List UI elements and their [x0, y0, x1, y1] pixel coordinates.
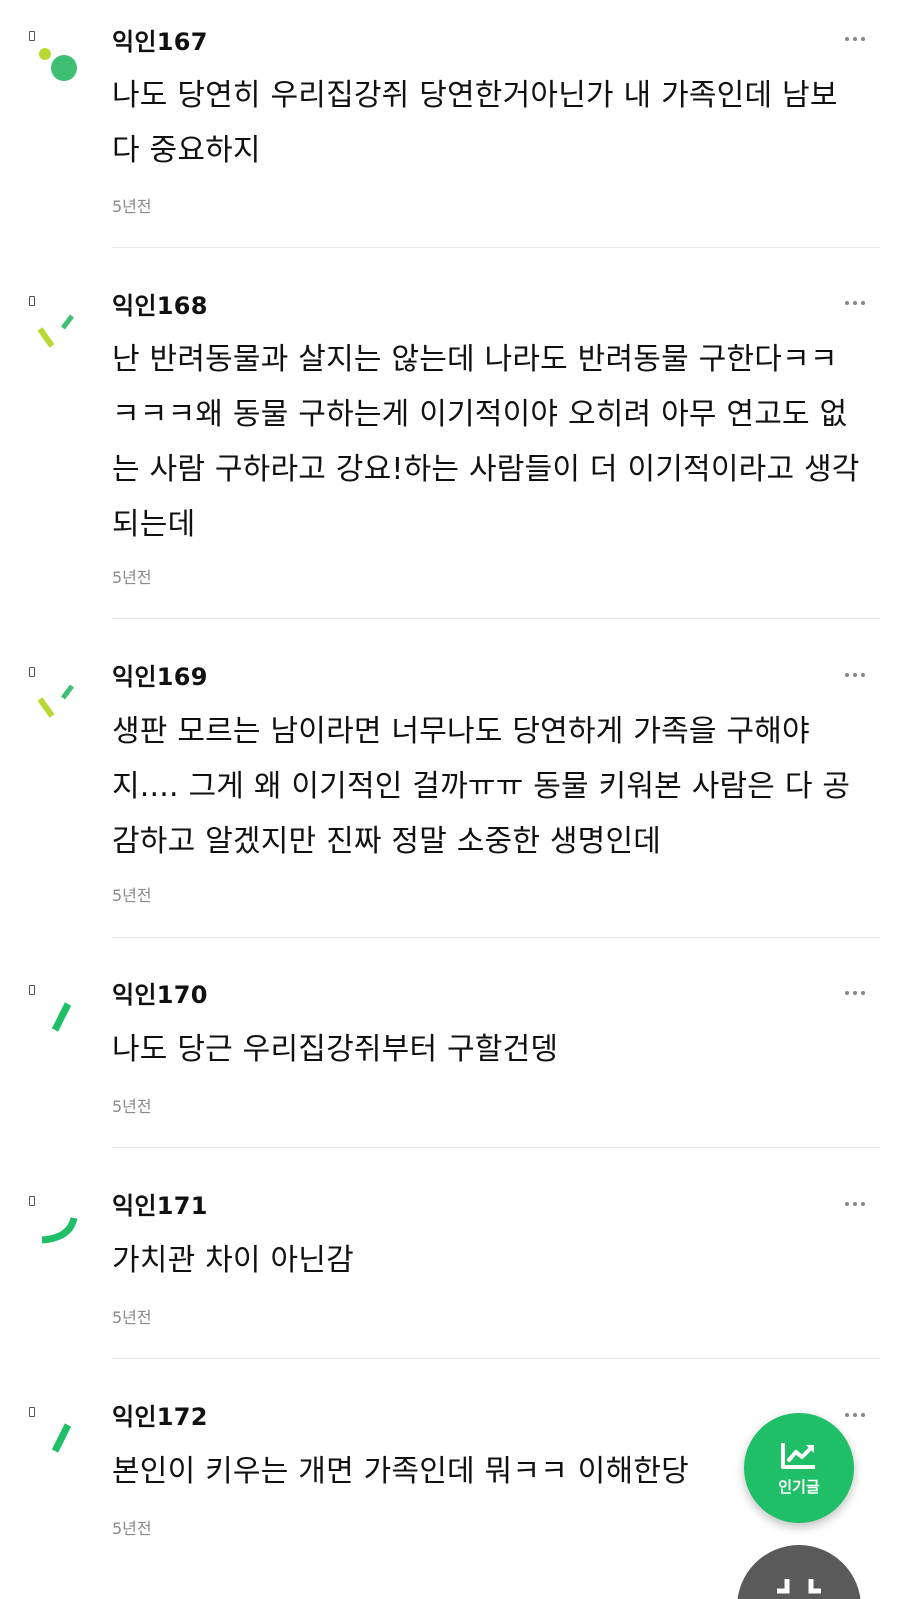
comment-text: 가치관 차이 아닌감 [112, 1233, 882, 1288]
comment-line: 가치관 차이 아닌감 [112, 1243, 354, 1278]
popular-posts-button[interactable]: 인기글 [744, 1413, 854, 1523]
comment-line: 는 사람 구하라고 강요!하는 사람들이 더 이기적이라고 생각 [112, 452, 860, 487]
bookmark-icon[interactable] [29, 1407, 35, 1417]
divider [112, 1358, 880, 1359]
trending-chart-icon [781, 1442, 815, 1469]
comment-text: 난 반려동물과 살지는 않는데 나라도 반려동물 구한다ㅋㅋ ㅋㅋㅋ왜 동물 구… [112, 332, 882, 552]
comment-nickname[interactable]: 익인170 [112, 980, 208, 1010]
dots-avatar-icon [39, 48, 77, 81]
bookmark-icon[interactable] [29, 667, 35, 677]
slash-avatar-icon [51, 1002, 72, 1032]
comment-nickname[interactable]: 익인169 [112, 662, 208, 692]
bookmark-icon[interactable] [29, 985, 35, 995]
comment-nickname[interactable]: 익인168 [112, 291, 208, 321]
comment-time: 5년전 [112, 886, 152, 905]
comment-line: 생판 모르는 남이라면 너무나도 당연하게 가족을 구해야 [112, 714, 810, 749]
more-options-icon[interactable] [845, 1410, 875, 1420]
arc-avatar-icon [41, 1217, 78, 1244]
comment-line: 난 반려동물과 살지는 않는데 나라도 반려동물 구한다ㅋㅋ [112, 342, 838, 377]
comment-time: 5년전 [112, 1519, 152, 1538]
more-options-icon[interactable] [845, 34, 875, 44]
comment-text: 생판 모르는 남이라면 너무나도 당연하게 가족을 구해야 지.... 그게 왜… [112, 704, 882, 869]
dashes-avatar-icon [37, 314, 74, 348]
comment-text: 나도 당근 우리집강쥐부터 구할건뎅 [112, 1022, 882, 1077]
collapse-button[interactable] [737, 1545, 861, 1599]
comment-line: 나도 당근 우리집강쥐부터 구할건뎅 [112, 1032, 559, 1067]
dashes-avatar-icon [37, 684, 74, 718]
collapse-icon [777, 1579, 821, 1594]
bookmark-icon[interactable] [29, 296, 35, 306]
comment-time: 5년전 [112, 568, 152, 587]
comment-line: 다 중요하지 [112, 133, 261, 168]
comment-line: 지.... 그게 왜 이기적인 걸까ㅠㅠ 동물 키워본 사람은 다 공 [112, 769, 851, 804]
comment-line: ㅋㅋㅋ왜 동물 구하는게 이기적이야 오히려 아무 연고도 없 [112, 397, 848, 432]
comment-line: 나도 당연히 우리집강쥐 당연한거아닌가 내 가족인데 남보 [112, 78, 838, 113]
comment-nickname[interactable]: 익인171 [112, 1191, 208, 1221]
divider [112, 247, 880, 248]
comment-nickname[interactable]: 익인167 [112, 27, 208, 57]
more-options-icon[interactable] [845, 298, 875, 308]
comment-time: 5년전 [112, 1308, 152, 1327]
comment-line: 되는데 [112, 507, 196, 542]
more-options-icon[interactable] [845, 988, 875, 998]
comment-text: 나도 당연히 우리집강쥐 당연한거아닌가 내 가족인데 남보 다 중요하지 [112, 68, 882, 178]
slash-avatar-icon [51, 1423, 72, 1453]
popular-posts-label: 인기글 [778, 1477, 820, 1496]
more-options-icon[interactable] [845, 670, 875, 680]
divider [112, 937, 880, 938]
comment-line: 감하고 알겠지만 진짜 정말 소중한 생명인데 [112, 824, 662, 859]
more-options-icon[interactable] [845, 1199, 875, 1209]
comment-time: 5년전 [112, 1097, 152, 1116]
divider [112, 1147, 880, 1148]
comment-time: 5년전 [112, 197, 152, 216]
divider [112, 618, 880, 619]
comment-nickname[interactable]: 익인172 [112, 1402, 208, 1432]
bookmark-icon[interactable] [29, 1196, 35, 1206]
